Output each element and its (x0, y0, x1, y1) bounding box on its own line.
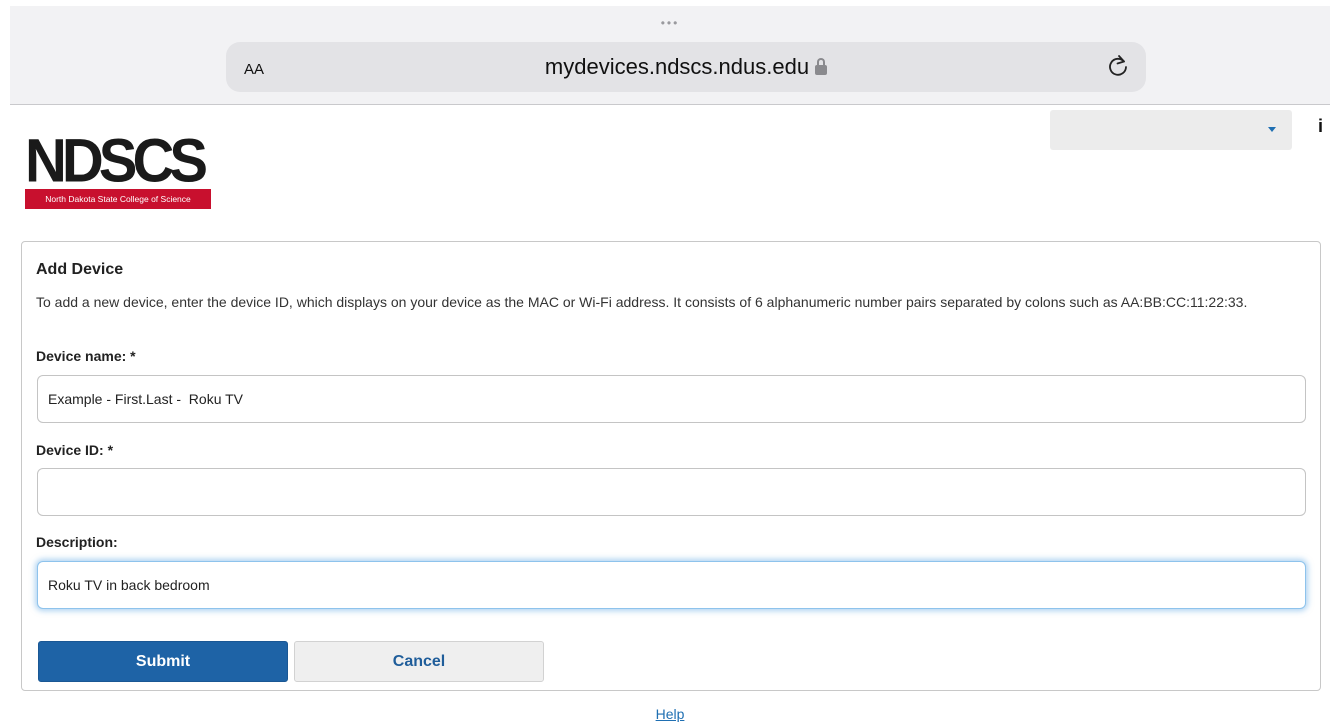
device-id-input[interactable] (37, 468, 1306, 516)
ndscs-logo: NDSCS North Dakota State College of Scie… (25, 126, 211, 209)
lock-icon (815, 58, 828, 75)
device-name-label: Device name: * (36, 348, 136, 364)
help-link[interactable]: Help (0, 706, 1340, 722)
url-display[interactable]: mydevices.ndscs.ndus.edu (226, 54, 1146, 80)
submit-button[interactable]: Submit (38, 641, 288, 682)
window-dots-handle[interactable]: ••• (661, 16, 680, 30)
description-label: Description: (36, 534, 118, 550)
url-text: mydevices.ndscs.ndus.edu (544, 54, 810, 79)
card-title: Add Device (36, 261, 124, 278)
description-input[interactable] (37, 561, 1306, 609)
reload-icon[interactable] (1104, 52, 1132, 80)
info-icon[interactable]: i (1318, 116, 1323, 137)
chevron-down-icon (1268, 127, 1276, 132)
logo-tagline: North Dakota State College of Science (25, 189, 211, 209)
browser-toolbar: ••• AA mydevices.ndscs.ndus.edu (10, 6, 1330, 105)
logo-wordmark: NDSCS (25, 126, 208, 195)
cancel-button[interactable]: Cancel (294, 641, 544, 682)
add-device-card: Add Device To add a new device, enter th… (21, 241, 1321, 691)
address-bar[interactable]: AA mydevices.ndscs.ndus.edu (226, 42, 1146, 92)
device-name-input[interactable] (37, 375, 1306, 423)
language-select[interactable] (1050, 110, 1292, 150)
card-description: To add a new device, enter the device ID… (36, 294, 1248, 310)
device-id-label: Device ID: * (36, 442, 114, 458)
